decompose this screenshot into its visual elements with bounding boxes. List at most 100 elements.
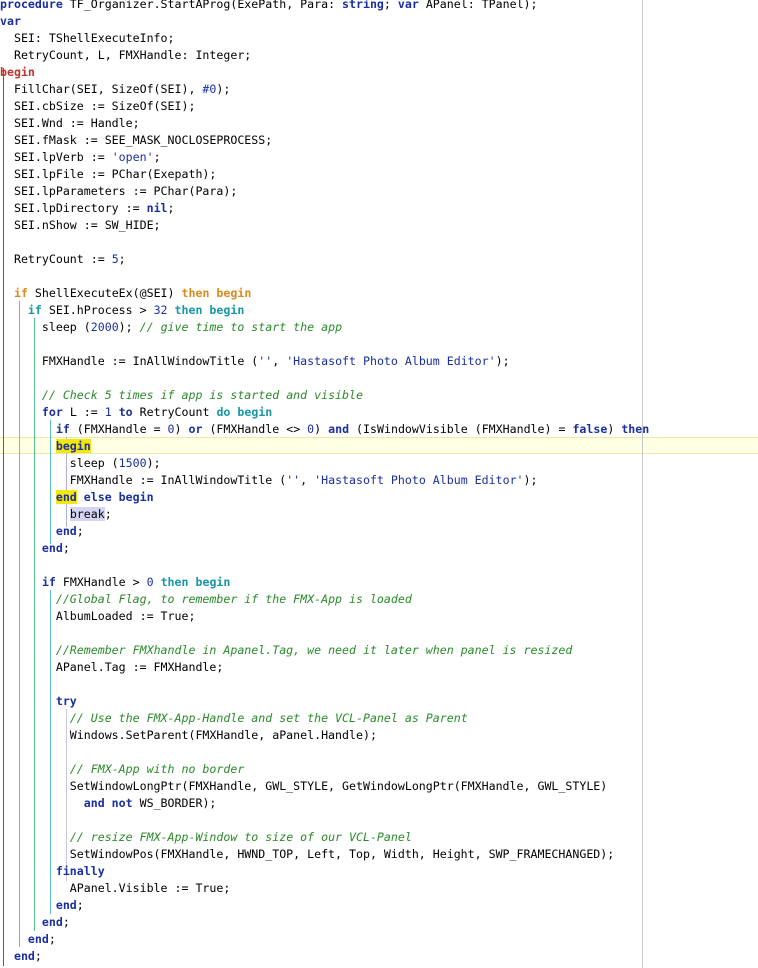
code-line[interactable]: SEI.fMask := SEE_MASK_NOCLOSEPROCESS; — [0, 132, 272, 149]
code-token: ShellExecuteEx(@SEI) — [27, 286, 182, 300]
code-line[interactable]: RetryCount, L, FMXHandle: Integer; — [0, 47, 251, 64]
code-token: SEI.Wnd := Handle; — [0, 116, 140, 130]
code-token: end — [55, 898, 77, 912]
code-token: 'open' — [111, 150, 154, 164]
code-line[interactable]: sleep (1500); — [0, 455, 161, 472]
code-token: end — [55, 524, 77, 538]
code-line[interactable]: SEI.lpDirectory := nil; — [0, 200, 175, 217]
code-token: end — [41, 915, 63, 929]
code-token: var — [0, 14, 21, 28]
code-token: ) — [607, 422, 622, 436]
code-line[interactable]: begin — [0, 438, 91, 455]
code-line[interactable]: //Global Flag, to remember if the FMX-Ap… — [0, 591, 412, 608]
code-token: FillChar(SEI, SizeOf(SEI), — [0, 82, 203, 96]
code-line[interactable]: SEI.lpParameters := PChar(Para); — [0, 183, 237, 200]
code-line[interactable]: SetWindowPos(FMXHandle, HWND_TOP, Left, … — [0, 846, 614, 863]
code-line[interactable]: FMXHandle := InAllWindowTitle ('', 'Hast… — [0, 472, 538, 489]
code-token: begin — [0, 65, 35, 79]
code-line[interactable]: // Check 5 times if app is started and v… — [0, 387, 363, 404]
code-token: // Check 5 times if app is started and v… — [41, 388, 363, 402]
code-line[interactable]: end; — [0, 540, 70, 557]
code-token: for — [41, 405, 63, 419]
code-token: // give time to start the app — [139, 320, 343, 334]
code-token: FMXHandle := InAllWindowTitle ( — [0, 354, 259, 368]
code-token: SEI: TShellExecuteInfo; — [0, 31, 175, 45]
code-token: or — [188, 422, 203, 436]
code-line[interactable]: AlbumLoaded := True; — [0, 608, 196, 625]
code-line[interactable]: SEI.lpFile := PChar(Exepath); — [0, 166, 216, 183]
code-line[interactable]: end else begin — [0, 489, 154, 506]
code-token: if — [27, 303, 42, 317]
code-line[interactable]: end; — [0, 914, 70, 931]
code-token: ) — [174, 422, 189, 436]
code-line[interactable]: if ShellExecuteEx(@SEI) then begin — [0, 285, 251, 302]
code-token: if — [55, 422, 70, 436]
code-token: 5 — [111, 252, 119, 266]
code-line[interactable]: SEI.nShow := SW_HIDE; — [0, 217, 161, 234]
code-line[interactable]: //Remember FMXhandle in Apanel.Tag, we n… — [0, 642, 573, 659]
code-token: then begin — [174, 303, 245, 317]
code-line[interactable]: end; — [0, 523, 84, 540]
code-token: RetryCount, L, FMXHandle: Integer; — [0, 48, 252, 62]
code-line[interactable]: for L := 1 to RetryCount do begin — [0, 404, 272, 421]
code-token: (FMXHandle = — [69, 422, 168, 436]
code-line[interactable]: end; — [0, 897, 84, 914]
code-line[interactable]: begin — [0, 64, 35, 81]
code-token: to — [118, 405, 133, 419]
code-line[interactable]: try — [0, 693, 77, 710]
code-line[interactable]: SetWindowLongPtr(FMXHandle, GWL_STYLE, G… — [0, 778, 607, 795]
code-line[interactable]: break; — [0, 506, 112, 523]
code-token: TF_Organizer.StartAProg(ExePath, Para: — [62, 0, 343, 11]
code-line[interactable]: sleep (2000); // give time to start the … — [0, 319, 342, 336]
code-line[interactable]: var — [0, 13, 21, 30]
code-line[interactable]: SEI: TShellExecuteInfo; — [0, 30, 175, 47]
code-token: end — [41, 541, 63, 555]
code-line[interactable]: APanel.Visible := True; — [0, 880, 231, 897]
code-line[interactable]: if FMXHandle > 0 then begin — [0, 574, 231, 591]
code-line[interactable]: SEI.lpVerb := 'open'; — [0, 149, 161, 166]
code-token: 2000 — [90, 320, 119, 334]
code-line[interactable]: if (FMXHandle = 0) or (FMXHandle <> 0) a… — [0, 421, 649, 438]
code-line[interactable]: if SEI.hProcess > 32 then begin — [0, 302, 244, 319]
code-line[interactable]: APanel.Tag := FMXHandle; — [0, 659, 224, 676]
code-line[interactable]: end; — [0, 931, 56, 948]
code-token: '' — [286, 473, 301, 487]
code-token: do begin — [216, 405, 273, 419]
code-line[interactable]: SEI.Wnd := Handle; — [0, 115, 140, 132]
code-token: false — [572, 422, 608, 436]
code-line[interactable]: Windows.SetParent(FMXHandle, aPanel.Hand… — [0, 727, 377, 744]
code-line[interactable]: end; — [0, 948, 42, 965]
code-line[interactable]: SEI.cbSize := SizeOf(SEI); — [0, 98, 196, 115]
code-token: sleep ( — [0, 456, 119, 470]
code-line[interactable]: finally — [0, 863, 105, 880]
code-token: L := — [62, 405, 105, 419]
code-token: //Remember FMXhandle in Apanel.Tag, we n… — [55, 643, 573, 657]
code-line[interactable]: RetryCount := 5; — [0, 251, 126, 268]
code-line[interactable]: // resize FMX-App-Window to size of our … — [0, 829, 412, 846]
code-token: // FMX-App with no border — [69, 762, 245, 776]
current-line-highlight — [0, 437, 758, 454]
code-editor[interactable]: procedure TF_Organizer.StartAProg(ExePat… — [0, 0, 758, 968]
code-line[interactable]: // FMX-App with no border — [0, 761, 245, 778]
code-line[interactable]: FillChar(SEI, SizeOf(SEI), #0); — [0, 81, 230, 98]
code-token: APanel.Tag := FMXHandle; — [0, 660, 224, 674]
code-line[interactable]: FMXHandle := InAllWindowTitle ('', 'Hast… — [0, 353, 510, 370]
code-line[interactable]: and not WS_BORDER); — [0, 795, 217, 812]
code-line[interactable]: // Use the FMX-App-Handle and set the VC… — [0, 710, 468, 727]
code-token: and — [328, 422, 350, 436]
code-line[interactable]: procedure TF_Organizer.StartAProg(ExePat… — [0, 0, 538, 13]
code-token: string — [342, 0, 384, 11]
code-token: Windows.SetParent(FMXHandle, aPanel.Hand… — [0, 728, 377, 742]
code-token: FMXHandle > — [55, 575, 147, 589]
